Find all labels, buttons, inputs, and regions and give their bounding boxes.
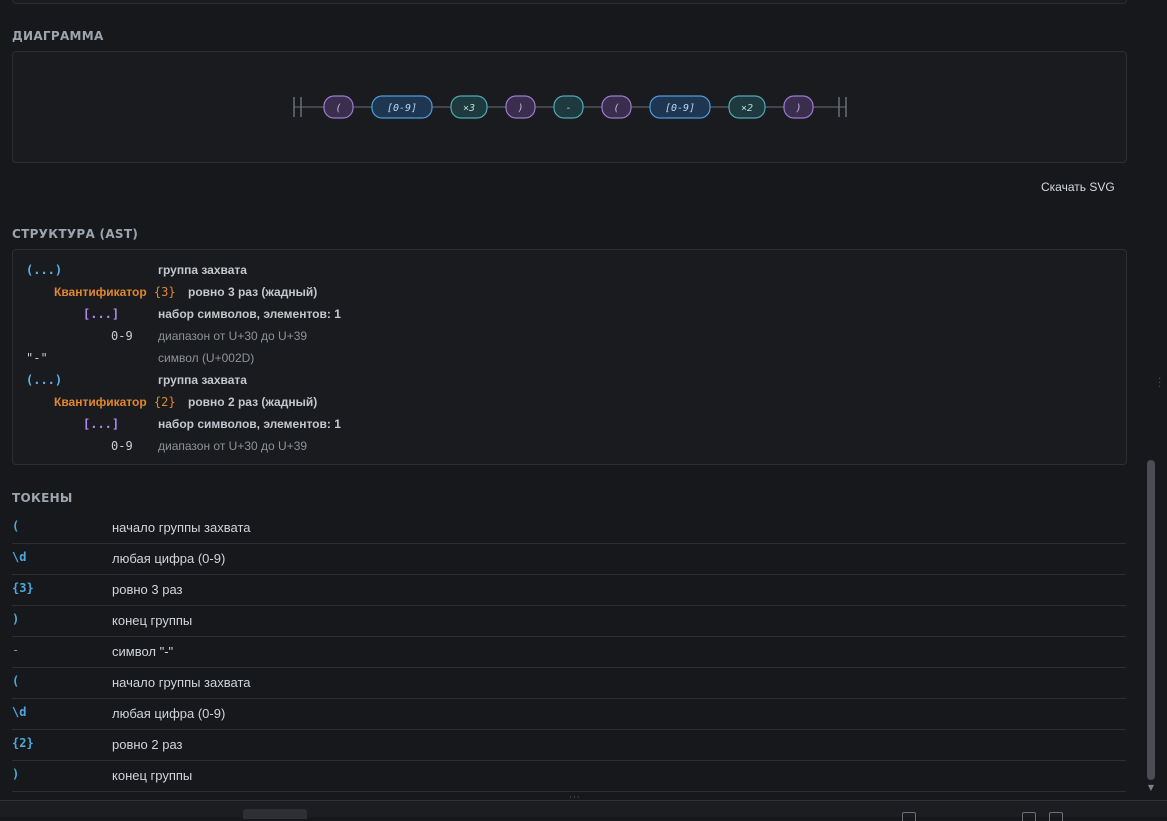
tokens-section-title: ТОКЕНЫ — [12, 491, 73, 505]
rr-node-class: [0-9] — [371, 95, 433, 119]
ast-node-group: (...) — [26, 263, 63, 277]
ast-node-group: (...) — [26, 373, 63, 387]
token-desc: конец группы — [112, 613, 193, 628]
ast-desc: набор символов, элементов: 1 — [158, 307, 341, 321]
ast-desc: группа захвата — [158, 373, 247, 387]
tokens-list: ( начало группы захвата \d любая цифра (… — [12, 513, 1126, 792]
rr-node-label: ×2 — [741, 103, 753, 114]
ast-row: (...) группа захвата — [13, 259, 1126, 281]
rr-node-label: ×3 — [463, 103, 475, 114]
scrollbar-thumb[interactable] — [1147, 460, 1155, 780]
ast-node-class: [...] — [83, 307, 120, 321]
ast-desc: символ (U+002D) — [158, 351, 255, 365]
railroad-diagram: ( [0-9] ×3) - ( [0-9] ×2) — [293, 95, 847, 119]
bottom-active-tab[interactable] — [243, 809, 307, 819]
ast-row: (...) группа захвата — [13, 369, 1126, 391]
quantifier-braces: {3} — [153, 285, 176, 299]
token-desc: любая цифра (0-9) — [112, 551, 226, 566]
ast-row: [...] набор символов, элементов: 1 — [13, 303, 1126, 325]
ast-desc: диапазон от U+30 до U+39 — [158, 329, 308, 343]
ast-row: "-" символ (U+002D) — [13, 347, 1126, 369]
token-code: \d — [12, 550, 27, 564]
token-code: ( — [12, 519, 20, 533]
ast-panel: (...) группа захвата Квантификатор {3} р… — [12, 249, 1127, 465]
rr-node-literal: - — [553, 95, 584, 119]
ast-desc: диапазон от U+30 до U+39 — [158, 439, 308, 453]
bottom-toolbar — [0, 801, 1167, 821]
previous-panel-edge — [12, 0, 1127, 4]
rr-node-label: ) — [795, 103, 801, 114]
token-code: ( — [12, 674, 20, 688]
token-code: {2} — [12, 736, 34, 750]
token-desc: символ "-" — [112, 644, 174, 659]
vertical-scrollbar[interactable]: ▼ — [1145, 0, 1159, 800]
ast-row: [...] набор символов, элементов: 1 — [13, 413, 1126, 435]
side-split-grip-icon[interactable]: · · · — [1158, 375, 1166, 393]
ast-row: 0-9 диапазон от U+30 до U+39 — [13, 435, 1126, 457]
rr-node-label: - — [565, 103, 571, 114]
token-row: \d любая цифра (0-9) — [12, 699, 1126, 730]
token-row: - символ "-" — [12, 637, 1126, 668]
token-desc: начало группы захвата — [112, 675, 251, 690]
ast-node-literal: "-" — [26, 351, 48, 365]
rr-node-label: ) — [517, 103, 523, 114]
token-row: {2} ровно 2 раз — [12, 730, 1126, 761]
token-row: ( начало группы захвата — [12, 513, 1126, 544]
token-code: ) — [12, 767, 20, 781]
token-desc: конец группы — [112, 768, 193, 783]
quantifier-keyword: Квантификатор — [54, 285, 147, 299]
rr-node-quant: ×3 — [450, 95, 488, 119]
token-row: \d любая цифра (0-9) — [12, 544, 1126, 575]
ast-desc: группа захвата — [158, 263, 247, 277]
ast-section-title: СТРУКТУРА (AST) — [12, 227, 139, 241]
token-code: \d — [12, 705, 27, 719]
ast-desc: набор символов, элементов: 1 — [158, 417, 341, 431]
ast-row: 0-9 диапазон от U+30 до U+39 — [13, 325, 1126, 347]
token-desc: ровно 2 раз — [112, 737, 183, 752]
rr-node-label: [0-9] — [665, 103, 695, 114]
ast-row: Квантификатор {3} ровно 3 раз (жадный) — [13, 281, 1126, 303]
railroad-diagram-panel: ( [0-9] ×3) - ( [0-9] ×2) — [12, 51, 1127, 163]
rr-node-label: ( — [613, 103, 619, 114]
diagram-section-title: ДИАГРАММА — [12, 29, 104, 43]
download-svg-button[interactable]: Скачать SVG — [1033, 177, 1123, 197]
quantifier-braces: {2} — [153, 395, 176, 409]
token-code: {3} — [12, 581, 34, 595]
token-desc: начало группы захвата — [112, 520, 251, 535]
rr-node-quant: ×2 — [728, 95, 766, 119]
scroll-down-arrow-icon[interactable]: ▼ — [1145, 783, 1157, 793]
rr-node-group: ) — [505, 95, 536, 119]
ast-row: Квантификатор {2} ровно 2 раз (жадный) — [13, 391, 1126, 413]
quantifier-keyword: Квантификатор — [54, 395, 147, 409]
token-row: ( начало группы захвата — [12, 668, 1126, 699]
ast-node-quantifier: Квантификатор {2} — [54, 391, 176, 413]
token-row: ) конец группы — [12, 606, 1126, 637]
rr-node-label: [0-9] — [387, 103, 417, 114]
token-row: ) конец группы — [12, 761, 1126, 792]
token-code: ) — [12, 612, 20, 626]
ast-node-range: 0-9 — [111, 439, 133, 453]
token-code: - — [12, 643, 20, 657]
rr-node-group: ) — [783, 95, 814, 119]
ast-node-class: [...] — [83, 417, 120, 431]
token-row: {3} ровно 3 раз — [12, 575, 1126, 606]
rr-node-group: ( — [601, 95, 632, 119]
rr-node-group: ( — [323, 95, 354, 119]
main-scroll-area: ДИАГРАММА ( [0-9] ×3) - ( [0-9] ×2) Скачать SV… — [0, 0, 1145, 800]
ast-node-range: 0-9 — [111, 329, 133, 343]
rr-node-class: [0-9] — [649, 95, 711, 119]
token-desc: ровно 3 раз — [112, 582, 183, 597]
ast-desc: ровно 3 раз (жадный) — [188, 285, 318, 299]
ast-desc: ровно 2 раз (жадный) — [188, 395, 318, 409]
rr-node-label: ( — [335, 103, 341, 114]
ast-node-quantifier: Квантификатор {3} — [54, 281, 176, 303]
token-desc: любая цифра (0-9) — [112, 706, 226, 721]
